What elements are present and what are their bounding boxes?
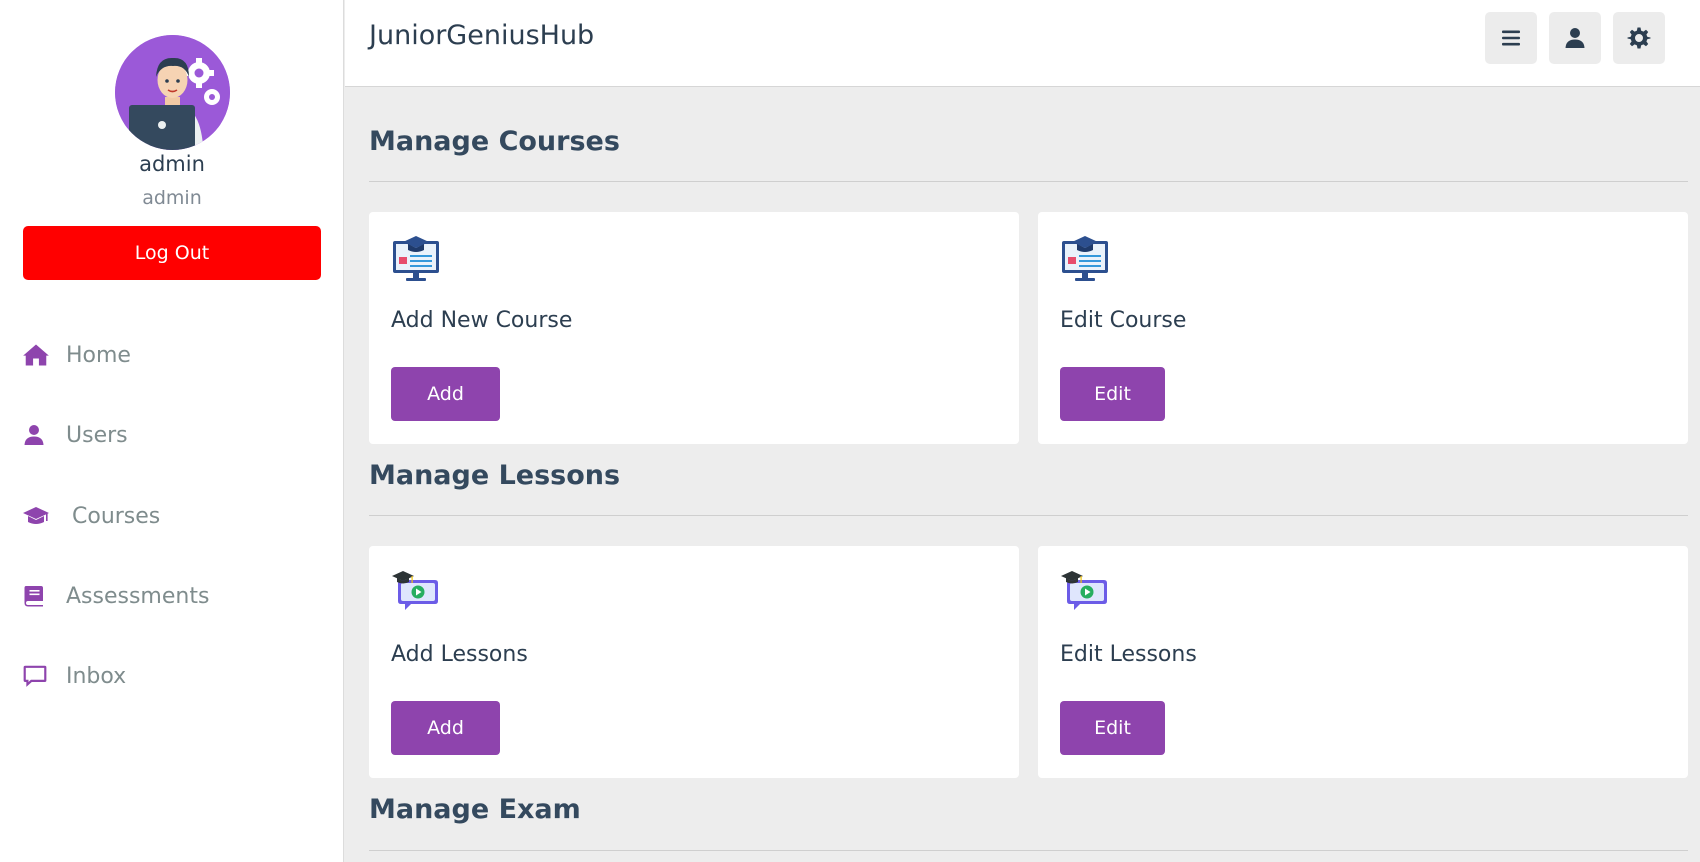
sidebar-item-home[interactable]: Home xyxy=(22,335,131,375)
user-icon xyxy=(1565,28,1585,48)
sidebar: admin admin Log Out Home Users Courses A… xyxy=(0,0,344,862)
sidebar-item-label: Courses xyxy=(72,503,161,529)
section-title-lessons: Manage Lessons xyxy=(369,460,621,491)
sidebar-item-inbox[interactable]: Inbox xyxy=(22,656,126,696)
avatar[interactable] xyxy=(115,35,230,150)
card-title: Add Lessons xyxy=(391,642,528,667)
sidebar-item-label: Users xyxy=(66,422,128,448)
section-title-courses: Manage Courses xyxy=(369,126,620,157)
graduation-cap-icon xyxy=(22,500,54,532)
gear-icon xyxy=(1627,27,1651,49)
course-monitor-icon xyxy=(1062,236,1108,281)
menu-button[interactable] xyxy=(1485,12,1537,64)
top-bar: JuniorGeniusHub xyxy=(345,0,1700,87)
course-monitor-icon xyxy=(393,236,439,281)
sidebar-item-assessments[interactable]: Assessments xyxy=(22,576,209,616)
book-icon xyxy=(22,580,54,612)
sidebar-item-label: Inbox xyxy=(66,663,127,689)
profile-button[interactable] xyxy=(1549,12,1601,64)
hamburger-menu-icon xyxy=(1502,30,1520,46)
sidebar-item-label: Assessments xyxy=(66,583,210,609)
admin-avatar-icon xyxy=(115,35,230,150)
user-icon xyxy=(22,419,54,451)
section-title-exam: Manage Exam xyxy=(369,794,581,825)
section-divider xyxy=(369,181,1688,182)
card-edit-course: Edit Course Edit xyxy=(1038,212,1688,444)
card-add-lessons: Add Lessons Add xyxy=(369,546,1019,778)
sidebar-item-courses[interactable]: Courses xyxy=(22,496,160,536)
logout-button[interactable]: Log Out xyxy=(23,226,321,280)
card-title: Edit Lessons xyxy=(1060,642,1197,667)
video-lesson-icon xyxy=(1061,571,1107,610)
sidebar-item-label: Home xyxy=(66,342,131,368)
section-divider xyxy=(369,515,1688,516)
card-add-course: Add New Course Add xyxy=(369,212,1019,444)
chat-icon xyxy=(22,660,54,692)
add-course-button[interactable]: Add xyxy=(391,367,500,421)
card-edit-lessons: Edit Lessons Edit xyxy=(1038,546,1688,778)
section-divider xyxy=(369,850,1688,851)
settings-button[interactable] xyxy=(1613,12,1665,64)
video-lesson-icon xyxy=(392,571,438,610)
home-icon xyxy=(22,339,54,371)
user-name: admin xyxy=(139,152,205,176)
sidebar-item-users[interactable]: Users xyxy=(22,415,128,455)
add-lessons-button[interactable]: Add xyxy=(391,701,500,755)
user-role: admin xyxy=(142,187,202,209)
card-title: Edit Course xyxy=(1060,308,1187,333)
edit-course-button[interactable]: Edit xyxy=(1060,367,1165,421)
app-title: JuniorGeniusHub xyxy=(369,20,595,51)
edit-lessons-button[interactable]: Edit xyxy=(1060,701,1165,755)
card-title: Add New Course xyxy=(391,308,573,333)
